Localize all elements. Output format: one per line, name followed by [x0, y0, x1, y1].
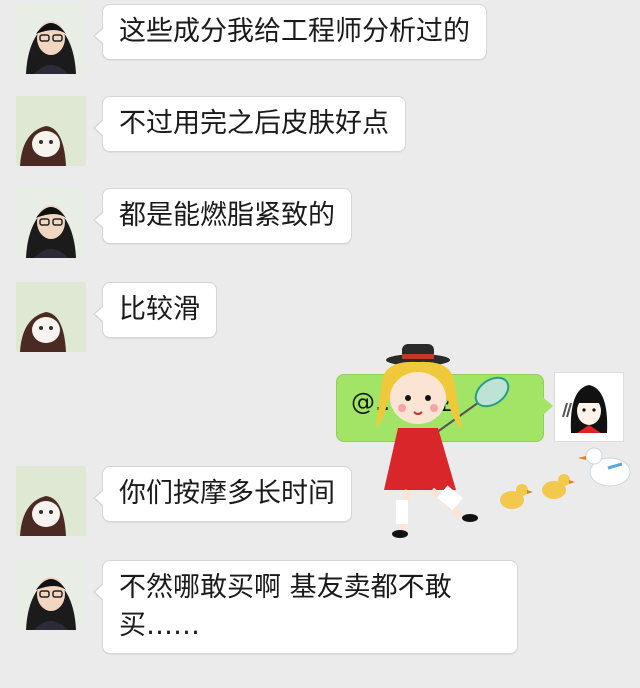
message-bubble[interactable]: 都是能燃脂紧致的 [93, 188, 352, 244]
message-text: 不然哪敢买啊 基友卖都不敢买…… [119, 572, 452, 641]
avatar-mask-girl[interactable] [16, 282, 86, 352]
sticker-girl-with-net [372, 340, 640, 550]
message-bubble[interactable]: 不过用完之后皮肤好点 [93, 96, 406, 152]
message-text: 都是能燃脂紧致的 [119, 200, 335, 231]
message-text: 你们按摩多长时间 [119, 478, 335, 509]
duckling-2 [542, 474, 575, 499]
duck [578, 447, 631, 487]
avatar-mask-girl[interactable] [16, 466, 86, 536]
avatar-glasses-girl[interactable] [16, 560, 86, 630]
avatar-glasses-girl[interactable] [16, 4, 86, 74]
duckling-1 [500, 484, 533, 509]
message-text: 不过用完之后皮肤好点 [119, 108, 389, 139]
message-bubble[interactable]: 这些成分我给工程师分析过的 [93, 4, 487, 60]
message-bubble[interactable]: 比较滑 [93, 282, 217, 338]
message-text: 比较滑 [119, 294, 200, 325]
message-bubble[interactable]: 不然哪敢买啊 基友卖都不敢买…… [93, 560, 518, 654]
message-text: 这些成分我给工程师分析过的 [119, 16, 470, 47]
message-bubble[interactable]: 你们按摩多长时间 [93, 466, 352, 522]
avatar-mask-girl[interactable] [16, 96, 86, 166]
avatar-glasses-girl[interactable] [16, 188, 86, 258]
